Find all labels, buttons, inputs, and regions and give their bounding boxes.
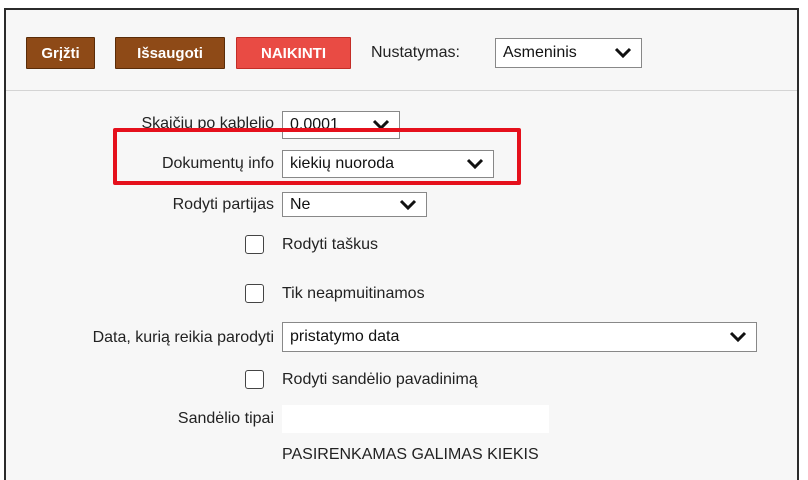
date-select-value: pristatymo data [290,328,400,345]
chevron-down-icon [614,47,632,59]
show-warehouse-name-checkbox[interactable] [245,370,264,389]
settings-label: Nustatymas: [371,44,460,61]
show-batches-select-value: Ne [290,195,311,213]
date-label: Data, kurią reikia parodyti [92,329,274,346]
back-button[interactable]: Grįžti [26,37,95,69]
date-select[interactable]: pristatymo data [282,322,757,352]
warehouse-types-label: Sandėlio tipai [177,410,274,427]
highlight-annotation [113,128,521,185]
show-batches-label: Rodyti partijas [172,196,274,213]
show-points-checkbox[interactable] [245,235,264,254]
chevron-down-icon [399,199,417,210]
only-nonduty-checkbox[interactable] [245,284,264,303]
available-quantity-text: PASIRENKAMAS GALIMAS KIEKIS [282,446,539,463]
chevron-down-icon [729,331,747,343]
show-batches-select[interactable]: Ne [282,192,427,217]
settings-select[interactable]: Asmeninis [495,38,642,68]
delete-button[interactable]: NAIKINTI [236,37,351,69]
settings-select-value: Asmeninis [503,44,577,61]
show-warehouse-name-label: Rodyti sandėlio pavadinimą [282,371,478,388]
only-nonduty-label: Tik neapmuitinamos [282,285,425,302]
warehouse-types-input[interactable] [282,405,549,433]
save-button[interactable]: Išsaugoti [115,37,225,69]
show-points-label: Rodyti taškus [282,236,379,253]
